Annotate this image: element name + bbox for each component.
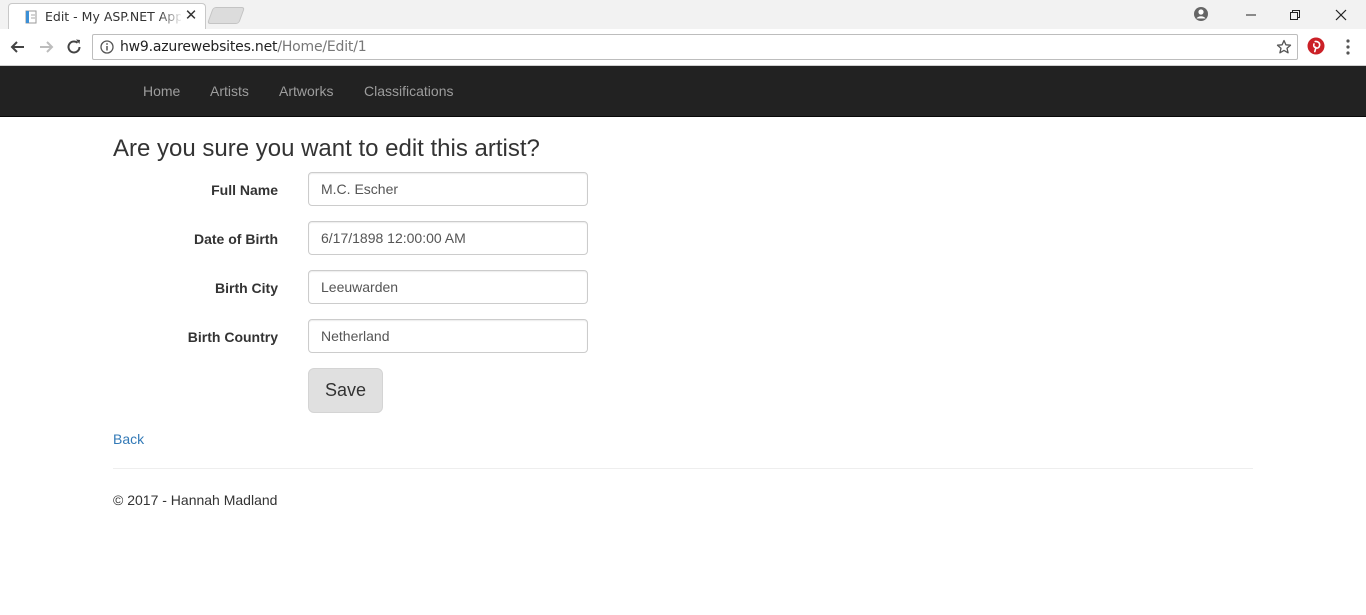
footer-copyright: © 2017 - Hannah Madland bbox=[113, 492, 278, 508]
address-bar[interactable]: hw9.azurewebsites.net/Home/Edit/1 bbox=[92, 34, 1298, 60]
back-link[interactable]: Back bbox=[113, 430, 144, 448]
nav-link-artists[interactable]: Artists bbox=[210, 82, 249, 100]
url-text: hw9.azurewebsites.net/Home/Edit/1 bbox=[120, 39, 367, 56]
back-arrow-icon[interactable] bbox=[8, 37, 28, 57]
window-close-icon[interactable] bbox=[1318, 0, 1364, 29]
info-icon[interactable] bbox=[100, 40, 114, 54]
nav-link-home[interactable]: Home bbox=[143, 82, 180, 100]
bookmark-star-icon[interactable] bbox=[1276, 39, 1292, 55]
footer-divider bbox=[113, 468, 1253, 469]
new-tab-button[interactable] bbox=[206, 7, 246, 24]
reload-icon[interactable] bbox=[64, 37, 84, 57]
birth-country-label: Birth Country bbox=[187, 329, 278, 345]
browser-toolbar: hw9.azurewebsites.net/Home/Edit/1 bbox=[0, 29, 1366, 66]
page-favicon-icon bbox=[25, 10, 37, 24]
nav-link-classifications[interactable]: Classifications bbox=[364, 82, 453, 100]
close-icon[interactable]: ✕ bbox=[183, 8, 199, 24]
pinterest-icon[interactable] bbox=[1307, 37, 1325, 55]
maximize-icon[interactable] bbox=[1272, 0, 1318, 29]
browser-tab[interactable]: Edit - My ASP.NET Application ✕ bbox=[8, 3, 206, 29]
profile-icon[interactable] bbox=[1193, 6, 1209, 22]
minimize-icon[interactable] bbox=[1228, 0, 1274, 29]
full-name-label: Full Name bbox=[211, 182, 278, 198]
birth-country-input[interactable] bbox=[308, 319, 588, 353]
date-of-birth-label: Date of Birth bbox=[194, 231, 278, 247]
browser-tabstrip: Edit - My ASP.NET Application ✕ bbox=[0, 0, 1366, 29]
full-name-input[interactable] bbox=[308, 172, 588, 206]
page-title: Are you sure you want to edit this artis… bbox=[113, 135, 540, 162]
nav-link-artworks[interactable]: Artworks bbox=[279, 82, 333, 100]
save-button[interactable]: Save bbox=[308, 368, 383, 413]
date-of-birth-input[interactable] bbox=[308, 221, 588, 255]
forward-arrow-icon[interactable] bbox=[36, 37, 56, 57]
url-host: hw9.azurewebsites.net bbox=[120, 39, 278, 55]
site-navbar: Home Artists Artworks Classifications bbox=[0, 66, 1366, 117]
kebab-menu-icon[interactable] bbox=[1340, 38, 1356, 56]
birth-city-label: Birth City bbox=[215, 280, 278, 296]
url-path: /Home/Edit/1 bbox=[277, 39, 367, 55]
birth-city-input[interactable] bbox=[308, 270, 588, 304]
